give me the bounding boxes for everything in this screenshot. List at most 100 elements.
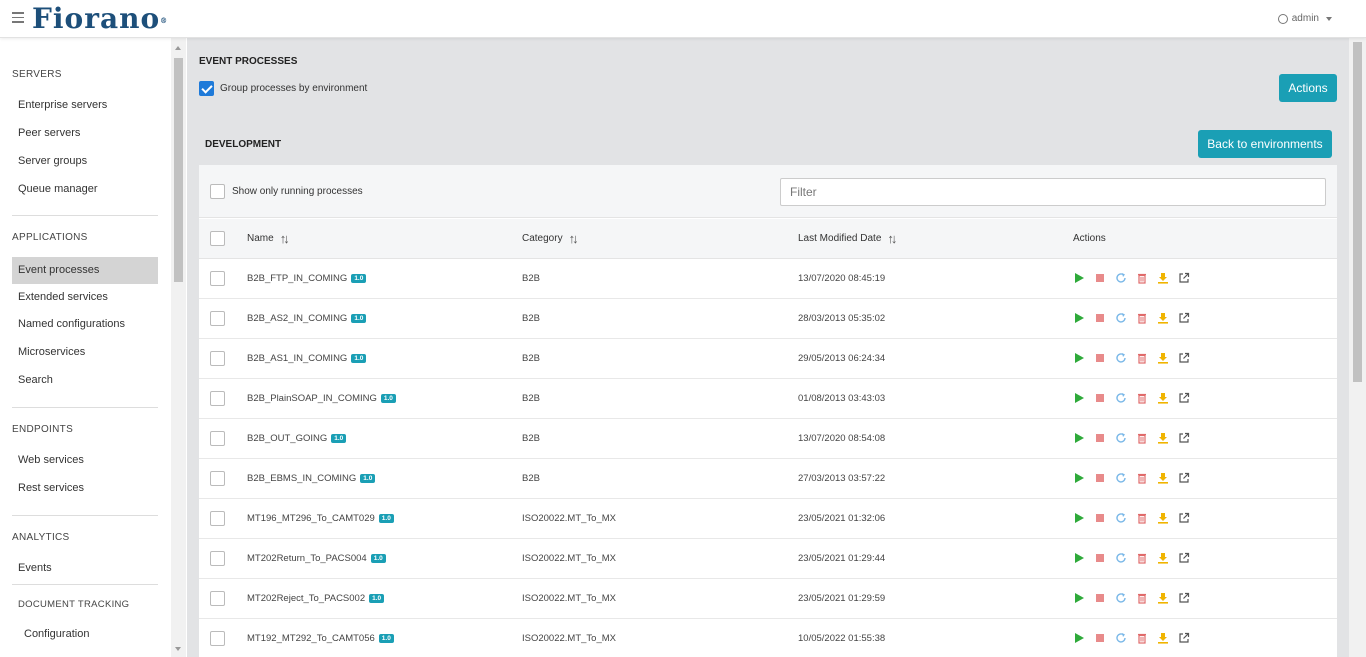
sort-icon[interactable]: ↑↓ <box>887 232 897 245</box>
refresh-icon[interactable] <box>1115 432 1127 447</box>
delete-icon[interactable] <box>1136 272 1148 287</box>
stop-icon[interactable] <box>1094 392 1106 407</box>
refresh-icon[interactable] <box>1115 592 1127 607</box>
column-header-name[interactable]: Name ↑↓ <box>247 232 290 245</box>
table-row[interactable]: MT202Reject_To_PACS002 1.0 ISO20022.MT_To… <box>199 579 1337 619</box>
open-external-icon[interactable] <box>1178 632 1190 647</box>
table-row[interactable]: MT202Return_To_PACS004 1.0 ISO20022.MT_To… <box>199 539 1337 579</box>
refresh-icon[interactable] <box>1115 632 1127 647</box>
download-icon[interactable] <box>1157 592 1169 607</box>
column-header-category[interactable]: Category ↑↓ <box>522 232 579 245</box>
play-icon[interactable] <box>1073 512 1085 527</box>
delete-icon[interactable] <box>1136 632 1148 647</box>
open-external-icon[interactable] <box>1178 552 1190 567</box>
download-icon[interactable] <box>1157 312 1169 327</box>
refresh-icon[interactable] <box>1115 552 1127 567</box>
play-icon[interactable] <box>1073 432 1085 447</box>
row-checkbox[interactable] <box>210 591 225 606</box>
open-external-icon[interactable] <box>1178 512 1190 527</box>
row-checkbox[interactable] <box>210 271 225 286</box>
process-name-cell[interactable]: B2B_PlainSOAP_IN_COMING 1.0 <box>247 393 396 404</box>
table-row[interactable]: B2B_AS2_IN_COMING 1.0 B2B 28/03/2013 05:3… <box>199 299 1337 339</box>
scroll-down-arrow-icon[interactable] <box>175 647 181 651</box>
stop-icon[interactable] <box>1094 312 1106 327</box>
sidebar-scrollbar[interactable] <box>171 38 186 657</box>
open-external-icon[interactable] <box>1178 352 1190 367</box>
sidebar-item-server-groups[interactable]: Server groups <box>12 148 158 175</box>
sidebar-item-queue-manager[interactable]: Queue manager <box>12 176 158 203</box>
download-icon[interactable] <box>1157 432 1169 447</box>
table-row[interactable]: B2B_AS1_IN_COMING 1.0 B2B 29/05/2013 06:2… <box>199 339 1337 379</box>
sidebar-item-events[interactable]: Events <box>12 555 158 582</box>
hamburger-menu-icon[interactable] <box>12 12 24 24</box>
table-row[interactable]: MT196_MT296_To_CAMT029 1.0 ISO20022.MT_To… <box>199 499 1337 539</box>
row-checkbox[interactable] <box>210 631 225 646</box>
sidebar-item-enterprise-servers[interactable]: Enterprise servers <box>12 92 158 119</box>
select-all-checkbox[interactable] <box>210 231 225 246</box>
open-external-icon[interactable] <box>1178 432 1190 447</box>
sidebar-item-extended-services[interactable]: Extended services <box>12 284 158 311</box>
sidebar-item-configuration[interactable]: Configuration <box>18 621 164 648</box>
stop-icon[interactable] <box>1094 552 1106 567</box>
delete-icon[interactable] <box>1136 552 1148 567</box>
refresh-icon[interactable] <box>1115 472 1127 487</box>
play-icon[interactable] <box>1073 352 1085 367</box>
process-name-cell[interactable]: B2B_FTP_IN_COMING 1.0 <box>247 273 367 284</box>
delete-icon[interactable] <box>1136 312 1148 327</box>
sidebar-item-event-processes[interactable]: Event processes <box>12 257 158 284</box>
process-name-cell[interactable]: B2B_OUT_GOING 1.0 <box>247 433 347 444</box>
play-icon[interactable] <box>1073 272 1085 287</box>
table-row[interactable]: MT192_MT292_To_CAMT056 1.0 ISO20022.MT_To… <box>199 619 1337 657</box>
download-icon[interactable] <box>1157 552 1169 567</box>
stop-icon[interactable] <box>1094 592 1106 607</box>
open-external-icon[interactable] <box>1178 472 1190 487</box>
row-checkbox[interactable] <box>210 391 225 406</box>
table-row[interactable]: B2B_EBMS_IN_COMING 1.0 B2B 27/03/2013 03:… <box>199 459 1337 499</box>
column-header-modified[interactable]: Last Modified Date ↑↓ <box>798 232 897 245</box>
stop-icon[interactable] <box>1094 632 1106 647</box>
table-row[interactable]: B2B_FTP_IN_COMING 1.0 B2B 13/07/2020 08:4… <box>199 259 1337 299</box>
download-icon[interactable] <box>1157 632 1169 647</box>
delete-icon[interactable] <box>1136 432 1148 447</box>
delete-icon[interactable] <box>1136 392 1148 407</box>
table-row[interactable]: B2B_OUT_GOING 1.0 B2B 13/07/2020 08:54:08 <box>199 419 1337 459</box>
sidebar-item-search[interactable]: Search <box>12 367 158 394</box>
table-row[interactable]: B2B_PlainSOAP_IN_COMING 1.0 B2B 01/08/201… <box>199 379 1337 419</box>
delete-icon[interactable] <box>1136 512 1148 527</box>
sidebar-item-named-configurations[interactable]: Named configurations <box>12 311 158 338</box>
download-icon[interactable] <box>1157 392 1169 407</box>
stop-icon[interactable] <box>1094 432 1106 447</box>
refresh-icon[interactable] <box>1115 512 1127 527</box>
stop-icon[interactable] <box>1094 472 1106 487</box>
process-name-cell[interactable]: MT202Return_To_PACS004 1.0 <box>247 553 386 564</box>
scrollbar-thumb[interactable] <box>174 58 183 282</box>
process-name-cell[interactable]: B2B_EBMS_IN_COMING 1.0 <box>247 473 376 484</box>
play-icon[interactable] <box>1073 392 1085 407</box>
open-external-icon[interactable] <box>1178 592 1190 607</box>
row-checkbox[interactable] <box>210 511 225 526</box>
sort-icon[interactable]: ↑↓ <box>569 232 579 245</box>
group-by-environment-checkbox[interactable] <box>199 81 214 96</box>
process-name-cell[interactable]: MT192_MT292_To_CAMT056 1.0 <box>247 633 394 644</box>
download-icon[interactable] <box>1157 472 1169 487</box>
stop-icon[interactable] <box>1094 512 1106 527</box>
actions-button[interactable]: Actions <box>1279 74 1337 102</box>
row-checkbox[interactable] <box>210 351 225 366</box>
play-icon[interactable] <box>1073 472 1085 487</box>
process-name-cell[interactable]: B2B_AS1_IN_COMING 1.0 <box>247 353 367 364</box>
row-checkbox[interactable] <box>210 551 225 566</box>
row-checkbox[interactable] <box>210 431 225 446</box>
sidebar-item-peer-servers[interactable]: Peer servers <box>12 120 158 147</box>
scroll-up-arrow-icon[interactable] <box>175 46 181 50</box>
open-external-icon[interactable] <box>1178 392 1190 407</box>
open-external-icon[interactable] <box>1178 272 1190 287</box>
delete-icon[interactable] <box>1136 352 1148 367</box>
row-checkbox[interactable] <box>210 471 225 486</box>
running-only-checkbox[interactable] <box>210 184 225 199</box>
play-icon[interactable] <box>1073 552 1085 567</box>
play-icon[interactable] <box>1073 632 1085 647</box>
sidebar-item-web-services[interactable]: Web services <box>12 447 158 474</box>
user-menu[interactable]: admin <box>1277 13 1332 24</box>
download-icon[interactable] <box>1157 512 1169 527</box>
page-scrollbar[interactable] <box>1349 38 1366 657</box>
